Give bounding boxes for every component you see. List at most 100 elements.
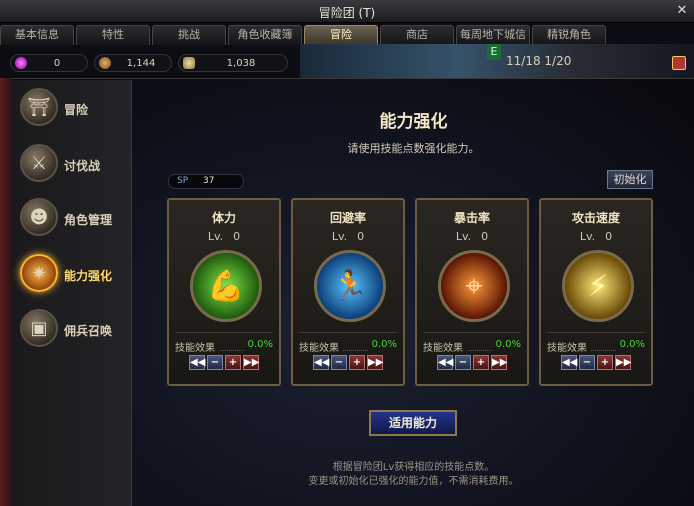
min-button[interactable]: ◀◀ xyxy=(561,355,577,370)
ability-card-evasion: 回避率 Lv. 0 🏃 技能效果 0.0% ◀◀ − + ▶▶ xyxy=(291,198,405,386)
plus-button[interactable]: + xyxy=(597,355,613,370)
sidebar-item-label: 佣兵召唤 xyxy=(64,324,113,338)
min-button[interactable]: ◀◀ xyxy=(437,355,453,370)
level-stepper: ◀◀ − + ▶▶ xyxy=(437,355,507,370)
max-button[interactable]: ▶▶ xyxy=(243,355,259,370)
plus-button[interactable]: + xyxy=(473,355,489,370)
sp-display: SP 37 xyxy=(168,174,244,189)
ability-enhance-content: 能力强化 请使用技能点数强化能力。 SP 37 初始化 体力 Lv. 0 💪 技能… xyxy=(133,80,694,506)
skill-effect: 技能效果 0.0% xyxy=(299,339,397,354)
sp-label: SP xyxy=(177,176,189,186)
plus-button[interactable]: + xyxy=(225,355,241,370)
ability-card-vitality: 体力 Lv. 0 💪 技能效果 0.0% ◀◀ − + ▶▶ xyxy=(167,198,281,386)
currency-bar: 0 1,144 1,038 xyxy=(10,54,288,72)
tab-shop[interactable]: 商店 xyxy=(380,25,454,45)
sidebar-item-mercenary-summon[interactable]: ▣ 佣兵召唤 xyxy=(18,305,128,353)
level-value: 0 xyxy=(605,230,613,243)
ability-name: 攻击速度 xyxy=(571,211,620,225)
page-subtitle: 请使用技能点数强化能力。 xyxy=(347,142,480,155)
tab-character-collection[interactable]: 角色收藏簿 xyxy=(228,25,302,45)
gem-icon xyxy=(15,57,27,69)
level-value: 0 xyxy=(357,230,365,243)
skill-effect: 技能效果 0.0% xyxy=(547,339,645,354)
ability-level: Lv. 0 xyxy=(417,230,527,243)
sidebar-item-character-management[interactable]: ☻ 角色管理 xyxy=(18,194,128,242)
window-titlebar: 冒险团 (T) ✕ xyxy=(0,0,694,23)
effect-value: 0.0% xyxy=(247,339,273,350)
reset-button[interactable]: 初始化 xyxy=(607,170,653,189)
effect-label: 技能效果 xyxy=(547,343,587,354)
effect-value: 0.0% xyxy=(371,339,397,350)
tab-basic-info[interactable]: 基本信息 xyxy=(0,25,74,45)
sp-value: 37 xyxy=(203,176,215,186)
sidebar: ⛩ 冒险 ⚔ 讨伐战 ☻ 角色管理 ✷ 能力强化 ▣ 佣兵召唤 xyxy=(12,80,132,506)
effect-value: 0.0% xyxy=(495,339,521,350)
ability-cards: 体力 Lv. 0 💪 技能效果 0.0% ◀◀ − + ▶▶ 回避率 Lv. 0… xyxy=(167,198,655,388)
minus-button[interactable]: − xyxy=(455,355,471,370)
minus-button[interactable]: − xyxy=(207,355,223,370)
skill-effect: 技能效果 0.0% xyxy=(175,339,273,354)
muscle-icon: 💪 xyxy=(190,250,262,322)
apply-ability-button[interactable]: 适用能力 xyxy=(369,410,457,436)
left-edge-art xyxy=(0,78,12,506)
plus-button[interactable]: + xyxy=(349,355,365,370)
min-button[interactable]: ◀◀ xyxy=(313,355,329,370)
sidebar-item-label: 角色管理 xyxy=(64,213,113,227)
blade-glyph: ⚡ xyxy=(587,268,609,304)
effect-value: 0.0% xyxy=(619,339,645,350)
sidebar-item-label: 冒险 xyxy=(64,103,89,117)
crossed-swords-icon: ⚔ xyxy=(20,144,58,182)
sidebar-item-raid[interactable]: ⚔ 讨伐战 xyxy=(18,140,128,188)
blade-icon: ⚡ xyxy=(562,250,634,322)
currency-token: 1,038 xyxy=(178,54,288,72)
level-value: 0 xyxy=(481,230,489,243)
minus-button[interactable]: − xyxy=(331,355,347,370)
background-date-text: 11/18 1/20 xyxy=(506,54,572,68)
dotted-leader xyxy=(343,339,368,351)
currency-gem: 0 xyxy=(10,54,88,72)
footer-note-2: 变更或初始化已强化的能力值，不需消耗费用。 xyxy=(308,476,519,487)
tab-bar: 基本信息 特性 挑战 角色收藏簿 冒险 商店 每周地下城信息 精锐角色 xyxy=(0,25,694,59)
token-icon xyxy=(183,57,195,69)
ability-name: 回避率 xyxy=(329,211,366,225)
skill-effect: 技能效果 0.0% xyxy=(423,339,521,354)
currency-value: 0 xyxy=(53,57,61,69)
level-label: Lv. xyxy=(331,230,348,243)
min-button[interactable]: ◀◀ xyxy=(189,355,205,370)
crosshair-icon: ⌖ xyxy=(438,250,510,322)
page-title: 能力强化 xyxy=(379,112,448,132)
currency-value: 1,038 xyxy=(226,57,256,69)
crosshair-glyph: ⌖ xyxy=(465,268,483,304)
minus-button[interactable]: − xyxy=(579,355,595,370)
effect-label: 技能效果 xyxy=(423,343,463,354)
max-button[interactable]: ▶▶ xyxy=(367,355,383,370)
tab-elite-character[interactable]: 精锐角色 xyxy=(532,25,606,45)
coin-icon xyxy=(99,57,111,69)
tab-challenge[interactable]: 挑战 xyxy=(152,25,226,45)
level-label: Lv. xyxy=(579,230,596,243)
chest-icon: ▣ xyxy=(20,309,58,347)
ability-name: 体力 xyxy=(211,211,236,225)
sidebar-item-adventure[interactable]: ⛩ 冒险 xyxy=(18,84,128,132)
level-value: 0 xyxy=(233,230,241,243)
window-title: 冒险团 (T) xyxy=(318,6,376,20)
max-button[interactable]: ▶▶ xyxy=(615,355,631,370)
character-icon: ☻ xyxy=(20,198,58,236)
runner-icon: 🏃 xyxy=(314,250,386,322)
sidebar-item-label: 能力强化 xyxy=(64,269,113,283)
dotted-leader xyxy=(219,339,244,351)
sidebar-item-ability-enhance[interactable]: ✷ 能力强化 xyxy=(18,250,128,298)
tab-weekly-dungeon[interactable]: 每周地下城信息 xyxy=(456,25,530,59)
adventure-icon: ⛩ xyxy=(20,88,58,126)
event-badge: E xyxy=(487,44,501,60)
level-stepper: ◀◀ − + ▶▶ xyxy=(313,355,383,370)
max-button[interactable]: ▶▶ xyxy=(491,355,507,370)
card-divider xyxy=(423,332,521,333)
close-icon[interactable]: ✕ xyxy=(674,3,690,19)
dotted-leader xyxy=(467,339,492,351)
gift-icon[interactable] xyxy=(672,56,686,70)
tab-traits[interactable]: 特性 xyxy=(76,25,150,45)
ability-level: Lv. 0 xyxy=(169,230,279,243)
level-label: Lv. xyxy=(455,230,472,243)
tab-adventure[interactable]: 冒险 xyxy=(304,25,378,45)
